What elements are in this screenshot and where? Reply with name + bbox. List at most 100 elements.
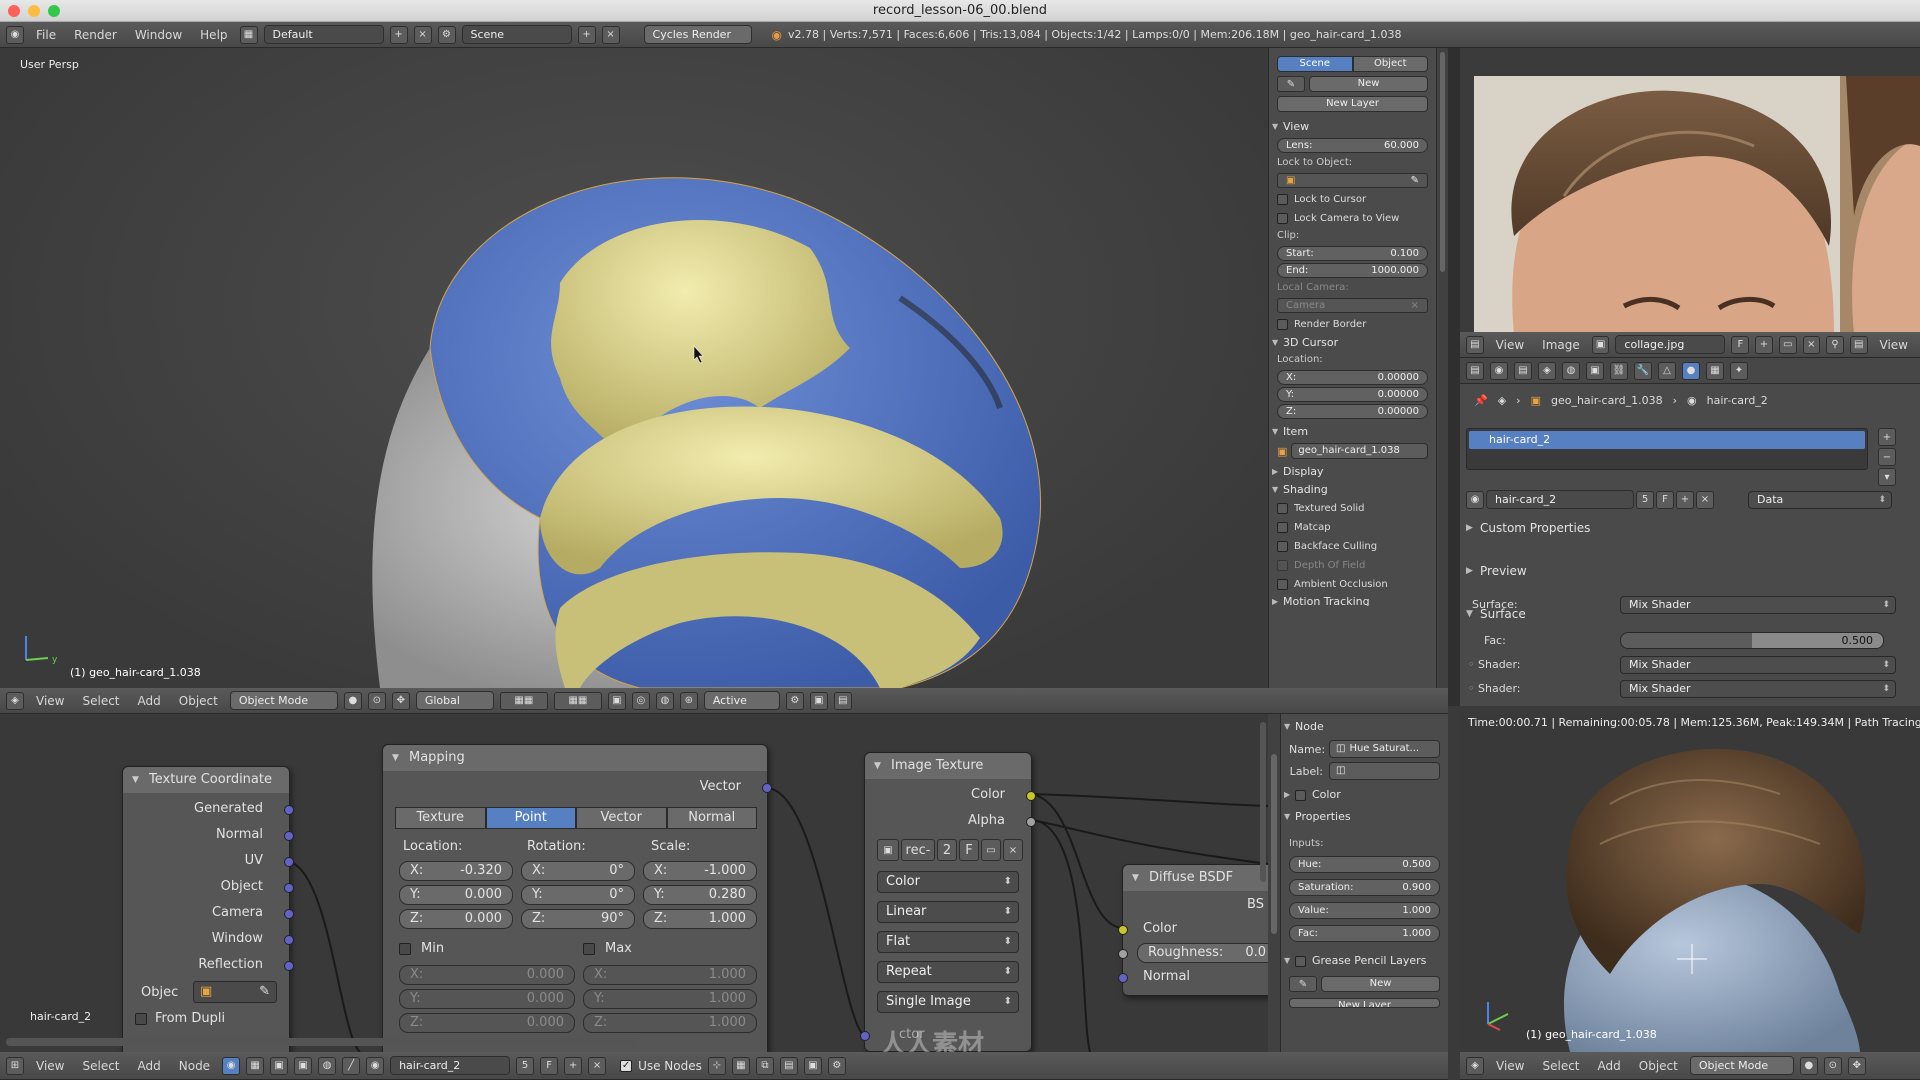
snap-target-icon[interactable]: ⊛ bbox=[679, 691, 698, 710]
min-checkbox[interactable]: Min bbox=[399, 941, 444, 956]
render-tab-icon[interactable]: ◉ bbox=[1490, 361, 1508, 380]
viewport-editor-type-icon[interactable]: ◈ bbox=[6, 691, 24, 710]
shader-nodes-icon[interactable]: ◉ bbox=[222, 1056, 241, 1075]
texture-coordinate-node[interactable]: Texture Coordinate Generated Normal UV O… bbox=[122, 766, 294, 1066]
layout-dropdown[interactable]: Default bbox=[263, 25, 384, 44]
new-layer-button[interactable]: New Layer bbox=[1277, 96, 1428, 112]
render-menu-object[interactable]: Object bbox=[1633, 1059, 1684, 1073]
material-add-icon[interactable]: + bbox=[1676, 490, 1694, 509]
image-name-field[interactable]: collage.jpg bbox=[1615, 335, 1726, 354]
add-scene-icon[interactable]: + bbox=[577, 25, 596, 44]
mode-dropdown[interactable]: Object Mode bbox=[229, 691, 338, 710]
socket-normal[interactable] bbox=[284, 831, 294, 841]
opengl-render-icon[interactable]: ▣ bbox=[809, 691, 828, 710]
backdrop-icon[interactable]: ▣ bbox=[803, 1056, 822, 1075]
modifiers-tab-icon[interactable]: 🔧 bbox=[1634, 361, 1652, 380]
scene-tab-icon[interactable]: ◈ bbox=[1538, 361, 1556, 380]
lock-to-cursor-checkbox[interactable]: Lock to Cursor bbox=[1269, 190, 1436, 209]
socket-uv[interactable] bbox=[284, 857, 294, 867]
3d-viewport[interactable]: User Persp y (1) geo_hair-card_1.038 bbox=[0, 48, 1268, 688]
tab-vector[interactable]: Vector bbox=[576, 807, 667, 829]
line-style-icon[interactable]: ╱ bbox=[342, 1056, 361, 1075]
render-menu-select[interactable]: Select bbox=[1536, 1059, 1585, 1073]
pin-icon[interactable]: 📌 bbox=[1474, 394, 1488, 407]
node-material-unlink-icon[interactable]: × bbox=[588, 1056, 607, 1075]
img-open-icon[interactable]: ▭ bbox=[981, 839, 1001, 861]
hue-field[interactable]: Hue: 0.500 bbox=[1289, 856, 1440, 873]
section-3d-cursor[interactable]: 3D Cursor bbox=[1269, 334, 1436, 352]
socket-img-vector-in[interactable] bbox=[860, 1031, 870, 1041]
ambient-occlusion-checkbox[interactable]: Ambient Occlusion bbox=[1269, 575, 1436, 594]
node-sidebar-scroll[interactable] bbox=[1268, 714, 1280, 1052]
pivot-dropdown[interactable]: Active bbox=[703, 691, 780, 710]
color-space-dropdown[interactable]: Color bbox=[877, 871, 1019, 893]
node-menu-add[interactable]: Add bbox=[132, 1059, 167, 1073]
shading-sphere-icon[interactable]: ● bbox=[343, 691, 362, 710]
image-menu-view[interactable]: View bbox=[1490, 338, 1530, 352]
extension-dropdown[interactable]: Repeat bbox=[877, 961, 1019, 983]
material-link-dropdown[interactable]: Data bbox=[1748, 491, 1892, 509]
open-image-icon[interactable]: ▭ bbox=[1778, 335, 1797, 354]
tab-object[interactable]: Object bbox=[1352, 56, 1428, 72]
opengl-anim-icon[interactable]: ▤ bbox=[833, 691, 852, 710]
tab-point[interactable]: Point bbox=[485, 807, 576, 829]
from-dupli-checkbox[interactable]: From Dupli bbox=[135, 1011, 225, 1026]
data-tab-icon[interactable]: △ bbox=[1658, 361, 1676, 380]
snap-mode-icon[interactable]: ▦ bbox=[731, 1056, 750, 1075]
proportional-icon[interactable]: ◎ bbox=[631, 691, 650, 710]
orientation-dropdown[interactable]: Global bbox=[415, 691, 494, 710]
saturation-field[interactable]: Saturation: 0.900 bbox=[1289, 879, 1440, 896]
scale-z-field[interactable]: Z: 1.000 bbox=[643, 909, 757, 929]
section-custom-properties[interactable]: Custom Properties bbox=[1460, 518, 1900, 538]
fac-slider[interactable]: 0.500 bbox=[1620, 632, 1884, 649]
add-layout-icon[interactable]: + bbox=[389, 25, 408, 44]
cursor-y-field[interactable]: Y: 0.00000 bbox=[1277, 387, 1428, 402]
node-editor-vscroll[interactable] bbox=[1260, 722, 1266, 882]
surface-shader-dropdown[interactable]: Mix Shader bbox=[1620, 596, 1896, 614]
texture-nodes-icon[interactable]: ▦ bbox=[246, 1056, 265, 1075]
backface-culling-checkbox[interactable]: Backface Culling bbox=[1269, 537, 1436, 556]
location-y-field[interactable]: Y: 0.000 bbox=[399, 885, 513, 905]
max-checkbox[interactable]: Max bbox=[583, 941, 632, 956]
material-slot-list[interactable]: hair-card_2 bbox=[1466, 428, 1868, 470]
zoom-window-icon[interactable] bbox=[48, 5, 60, 17]
img-users-count[interactable]: 2 bbox=[937, 839, 957, 861]
section-display[interactable]: Display bbox=[1269, 463, 1436, 481]
socket-generated[interactable] bbox=[284, 805, 294, 815]
render-manipulator-icon[interactable]: ✥ bbox=[1847, 1056, 1866, 1075]
node-material-fake-user[interactable]: F bbox=[540, 1056, 559, 1075]
socket-diffuse-color[interactable] bbox=[1118, 925, 1128, 935]
img-browse-icon[interactable]: ▣ bbox=[877, 839, 899, 861]
image-view-icon[interactable]: ▤ bbox=[1849, 335, 1868, 354]
node-menu-node[interactable]: Node bbox=[173, 1059, 216, 1073]
img-unlink-icon[interactable]: × bbox=[1003, 839, 1023, 861]
mapping-node[interactable]: Mapping Vector Texture Point Vector Norm… bbox=[382, 744, 772, 1064]
pin-image-icon[interactable]: ⚲ bbox=[1826, 335, 1844, 354]
render-preview-icon[interactable]: ⚙ bbox=[785, 691, 804, 710]
node-new-grease-button[interactable]: New bbox=[1321, 976, 1440, 992]
node-menu-view[interactable]: View bbox=[30, 1059, 70, 1073]
lock-camera-checkbox[interactable]: Lock Camera to View bbox=[1269, 209, 1436, 228]
snap-node-icon[interactable]: ⊹ bbox=[707, 1056, 726, 1075]
properties-editor-type-icon[interactable]: ▤ bbox=[1466, 361, 1484, 380]
remove-layout-icon[interactable]: × bbox=[413, 25, 432, 44]
rotation-z-field[interactable]: Z: 90° bbox=[521, 909, 635, 929]
area-divider[interactable] bbox=[1448, 48, 1460, 706]
material-slot-item[interactable]: hair-card_2 bbox=[1469, 431, 1865, 449]
compositing-nodes-icon[interactable]: ▣ bbox=[270, 1056, 289, 1075]
render-engine-dropdown[interactable]: Cycles Render bbox=[643, 25, 752, 44]
section-properties[interactable]: Properties bbox=[1281, 808, 1448, 826]
material-browse-icon[interactable]: ◉ bbox=[1466, 490, 1484, 509]
unlink-image-icon[interactable]: × bbox=[1802, 335, 1821, 354]
node-editor-hscroll[interactable] bbox=[6, 1038, 636, 1046]
object-shader-icon[interactable]: ▣ bbox=[294, 1056, 313, 1075]
section-shading[interactable]: Shading bbox=[1269, 481, 1436, 499]
material-fake-user[interactable]: F bbox=[1656, 490, 1674, 509]
scene-dropdown[interactable]: Scene bbox=[461, 25, 572, 44]
clip-end-field[interactable]: End: 1000.000 bbox=[1277, 263, 1428, 278]
rotation-y-field[interactable]: Y: 0° bbox=[521, 885, 635, 905]
close-window-icon[interactable] bbox=[8, 5, 20, 17]
diffuse-title[interactable]: Diffuse BSDF bbox=[1123, 865, 1268, 891]
section-color[interactable]: Color bbox=[1281, 786, 1448, 804]
new-grease-button[interactable]: New bbox=[1309, 76, 1428, 92]
